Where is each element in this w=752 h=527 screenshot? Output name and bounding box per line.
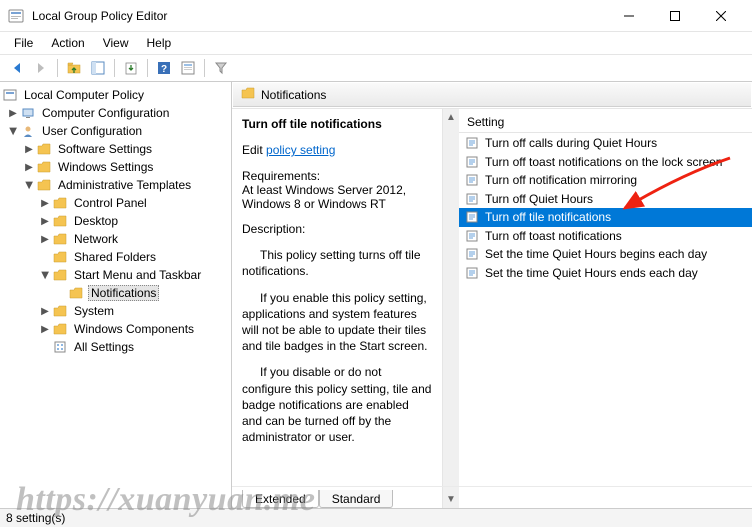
maximize-button[interactable] bbox=[652, 0, 698, 32]
tree-network[interactable]: ▶Network bbox=[0, 230, 231, 248]
minimize-button[interactable] bbox=[606, 0, 652, 32]
description-p3: If you disable or do not configure this … bbox=[242, 364, 432, 445]
desc-scrollbar[interactable]: ▲ ▼ bbox=[442, 109, 459, 508]
svg-text:?: ? bbox=[161, 64, 167, 75]
chevron-right-icon[interactable]: ▶ bbox=[38, 306, 52, 317]
requirements-heading: Requirements: bbox=[242, 169, 432, 183]
tree-software-settings[interactable]: ▶ Software Settings bbox=[0, 140, 231, 158]
properties-button[interactable] bbox=[177, 57, 199, 79]
chevron-right-icon[interactable]: ▶ bbox=[38, 216, 52, 227]
tree-pane[interactable]: Local Computer Policy ▶ Computer Configu… bbox=[0, 82, 232, 508]
folder-icon bbox=[52, 321, 68, 337]
chevron-down-icon[interactable]: ▶ bbox=[24, 178, 35, 192]
folder-icon bbox=[52, 231, 68, 247]
policy-list-item[interactable]: Set the time Quiet Hours begins each day bbox=[459, 245, 752, 264]
status-text: 8 setting(s) bbox=[6, 511, 65, 525]
help-button[interactable]: ? bbox=[153, 57, 175, 79]
tree-windows-settings[interactable]: ▶ Windows Settings bbox=[0, 158, 231, 176]
tree-notifications[interactable]: Notifications bbox=[0, 284, 231, 302]
folder-icon bbox=[36, 159, 52, 175]
description-p2: If you enable this policy setting, appli… bbox=[242, 290, 432, 355]
statusbar: 8 setting(s) bbox=[0, 508, 752, 527]
policy-list-item[interactable]: Turn off calls during Quiet Hours bbox=[459, 134, 752, 153]
tab-standard[interactable]: Standard bbox=[319, 490, 394, 508]
tree-desktop[interactable]: ▶Desktop bbox=[0, 212, 231, 230]
tree-system[interactable]: ▶System bbox=[0, 302, 231, 320]
edit-policy-link[interactable]: policy setting bbox=[266, 143, 335, 157]
policy-list-pane: Setting Turn off calls during Quiet Hour… bbox=[459, 109, 752, 508]
chevron-right-icon[interactable]: ▶ bbox=[38, 234, 52, 245]
tree-start-menu[interactable]: ▶Start Menu and Taskbar bbox=[0, 266, 231, 284]
policy-icon bbox=[465, 229, 479, 243]
policy-title: Turn off tile notifications bbox=[242, 117, 432, 131]
policy-list-item[interactable]: Turn off toast notifications bbox=[459, 227, 752, 246]
computer-icon bbox=[20, 105, 36, 121]
folder-icon bbox=[241, 86, 255, 103]
export-button[interactable] bbox=[120, 57, 142, 79]
folder-icon bbox=[36, 177, 52, 193]
filter-button[interactable] bbox=[210, 57, 232, 79]
close-button[interactable] bbox=[698, 0, 744, 32]
menu-action[interactable]: Action bbox=[43, 34, 92, 52]
policy-list-item[interactable]: Turn off Quiet Hours bbox=[459, 190, 752, 209]
menu-view[interactable]: View bbox=[95, 34, 137, 52]
policy-icon bbox=[465, 136, 479, 150]
folder-icon bbox=[52, 213, 68, 229]
tree-computer-config[interactable]: ▶ Computer Configuration bbox=[0, 104, 231, 122]
description-p1: This policy setting turns off tile notif… bbox=[242, 247, 432, 279]
policy-icon bbox=[465, 192, 479, 206]
app-icon bbox=[8, 8, 24, 24]
column-header-setting[interactable]: Setting bbox=[459, 111, 752, 133]
folder-icon bbox=[68, 285, 84, 301]
titlebar: Local Group Policy Editor bbox=[0, 0, 752, 32]
tree-all-settings[interactable]: All Settings bbox=[0, 338, 231, 356]
show-hide-tree-button[interactable] bbox=[87, 57, 109, 79]
policy-list-item[interactable]: Set the time Quiet Hours ends each day bbox=[459, 264, 752, 283]
menu-file[interactable]: File bbox=[6, 34, 41, 52]
window-title: Local Group Policy Editor bbox=[32, 9, 606, 23]
chevron-right-icon[interactable]: ▶ bbox=[22, 162, 36, 173]
tree-admin-templates[interactable]: ▶ Administrative Templates bbox=[0, 176, 231, 194]
back-button[interactable] bbox=[6, 57, 28, 79]
policy-list-item[interactable]: Turn off toast notifications on the lock… bbox=[459, 153, 752, 172]
toolbar: ? bbox=[0, 54, 752, 82]
requirements-text: At least Windows Server 2012, Windows 8 … bbox=[242, 183, 432, 211]
chevron-down-icon[interactable]: ▶ bbox=[40, 268, 51, 282]
policy-icon bbox=[2, 87, 18, 103]
chevron-right-icon[interactable]: ▶ bbox=[38, 324, 52, 335]
policy-icon bbox=[465, 155, 479, 169]
policy-icon bbox=[465, 266, 479, 280]
folder-icon bbox=[52, 303, 68, 319]
up-button[interactable] bbox=[63, 57, 85, 79]
menubar: File Action View Help bbox=[0, 32, 752, 54]
chevron-right-icon[interactable]: ▶ bbox=[6, 108, 20, 119]
folder-icon bbox=[52, 267, 68, 283]
tab-extended[interactable]: Extended bbox=[242, 490, 319, 508]
view-tabs: Extended Standard bbox=[232, 486, 752, 508]
chevron-down-icon[interactable]: ▶ bbox=[8, 124, 19, 138]
chevron-right-icon[interactable]: ▶ bbox=[22, 144, 36, 155]
tree-user-config[interactable]: ▶ User Configuration bbox=[0, 122, 231, 140]
policy-list-item[interactable]: Turn off notification mirroring bbox=[459, 171, 752, 190]
policy-list-item[interactable]: Turn off tile notifications bbox=[459, 208, 752, 227]
forward-button[interactable] bbox=[30, 57, 52, 79]
policy-icon bbox=[465, 247, 479, 261]
description-pane: Turn off tile notifications Edit policy … bbox=[232, 109, 442, 508]
menu-help[interactable]: Help bbox=[139, 34, 180, 52]
tree-shared-folders[interactable]: Shared Folders bbox=[0, 248, 231, 266]
policy-icon bbox=[465, 173, 479, 187]
settings-icon bbox=[52, 339, 68, 355]
folder-icon bbox=[52, 249, 68, 265]
user-icon bbox=[20, 123, 36, 139]
tree-root[interactable]: Local Computer Policy bbox=[0, 86, 231, 104]
folder-icon bbox=[36, 141, 52, 157]
folder-icon bbox=[52, 195, 68, 211]
scroll-up-icon[interactable]: ▲ bbox=[443, 109, 460, 126]
policy-icon bbox=[465, 210, 479, 224]
right-pane-header: Notifications bbox=[233, 83, 751, 107]
description-heading: Description: bbox=[242, 221, 432, 237]
chevron-right-icon[interactable]: ▶ bbox=[38, 198, 52, 209]
tree-windows-components[interactable]: ▶Windows Components bbox=[0, 320, 231, 338]
tree-control-panel[interactable]: ▶Control Panel bbox=[0, 194, 231, 212]
